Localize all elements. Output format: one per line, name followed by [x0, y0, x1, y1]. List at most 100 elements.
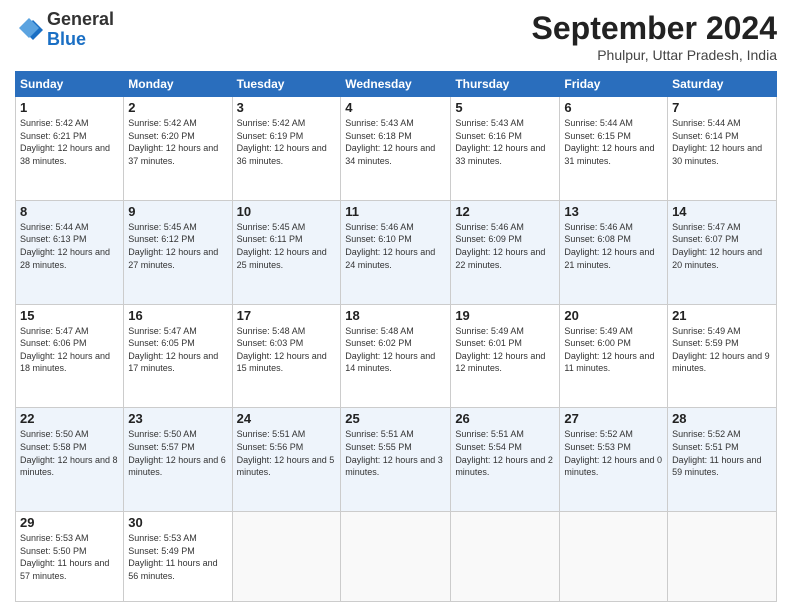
page: General Blue September 2024 Phulpur, Utt… — [0, 0, 792, 612]
day-info: Sunrise: 5:45 AMSunset: 6:11 PMDaylight:… — [237, 221, 337, 271]
table-row — [668, 512, 777, 602]
table-row — [232, 512, 341, 602]
calendar-row: 1 Sunrise: 5:42 AMSunset: 6:21 PMDaylight… — [16, 97, 777, 201]
day-number: 7 — [672, 100, 772, 115]
day-info: Sunrise: 5:51 AMSunset: 5:56 PMDaylight:… — [237, 428, 337, 478]
table-row — [560, 512, 668, 602]
day-info: Sunrise: 5:52 AMSunset: 5:51 PMDaylight:… — [672, 428, 772, 478]
header: General Blue September 2024 Phulpur, Utt… — [15, 10, 777, 63]
col-tuesday: Tuesday — [232, 72, 341, 97]
table-row: 17 Sunrise: 5:48 AMSunset: 6:03 PMDayligh… — [232, 304, 341, 408]
day-number: 3 — [237, 100, 337, 115]
day-number: 8 — [20, 204, 119, 219]
day-number: 29 — [20, 515, 119, 530]
day-info: Sunrise: 5:49 AMSunset: 6:01 PMDaylight:… — [455, 325, 555, 375]
day-number: 17 — [237, 308, 337, 323]
table-row: 24 Sunrise: 5:51 AMSunset: 5:56 PMDayligh… — [232, 408, 341, 512]
table-row: 5 Sunrise: 5:43 AMSunset: 6:16 PMDaylight… — [451, 97, 560, 201]
table-row: 14Sunrise: 5:47 AMSunset: 6:07 PMDayligh… — [668, 200, 777, 304]
table-row: 13Sunrise: 5:46 AMSunset: 6:08 PMDayligh… — [560, 200, 668, 304]
day-info: Sunrise: 5:50 AMSunset: 5:58 PMDaylight:… — [20, 428, 119, 478]
day-info: Sunrise: 5:43 AMSunset: 6:16 PMDaylight:… — [455, 117, 555, 167]
day-number: 21 — [672, 308, 772, 323]
table-row: 7 Sunrise: 5:44 AMSunset: 6:14 PMDaylight… — [668, 97, 777, 201]
day-info: Sunrise: 5:46 AMSunset: 6:09 PMDaylight:… — [455, 221, 555, 271]
day-info: Sunrise: 5:46 AMSunset: 6:08 PMDaylight:… — [564, 221, 663, 271]
day-info: Sunrise: 5:44 AMSunset: 6:14 PMDaylight:… — [672, 117, 772, 167]
table-row: 26 Sunrise: 5:51 AMSunset: 5:54 PMDayligh… — [451, 408, 560, 512]
day-info: Sunrise: 5:51 AMSunset: 5:55 PMDaylight:… — [345, 428, 446, 478]
day-number: 27 — [564, 411, 663, 426]
table-row: 6 Sunrise: 5:44 AMSunset: 6:15 PMDaylight… — [560, 97, 668, 201]
table-row: 23 Sunrise: 5:50 AMSunset: 5:57 PMDayligh… — [124, 408, 232, 512]
calendar-row: 8 Sunrise: 5:44 AMSunset: 6:13 PMDaylight… — [16, 200, 777, 304]
day-info: Sunrise: 5:42 AMSunset: 6:21 PMDaylight:… — [20, 117, 119, 167]
day-info: Sunrise: 5:50 AMSunset: 5:57 PMDaylight:… — [128, 428, 227, 478]
col-saturday: Saturday — [668, 72, 777, 97]
logo-blue: Blue — [47, 29, 86, 49]
table-row: 2 Sunrise: 5:42 AMSunset: 6:20 PMDaylight… — [124, 97, 232, 201]
calendar: Sunday Monday Tuesday Wednesday Thursday… — [15, 71, 777, 602]
day-number: 1 — [20, 100, 119, 115]
day-number: 5 — [455, 100, 555, 115]
day-number: 15 — [20, 308, 119, 323]
table-row: 15 Sunrise: 5:47 AMSunset: 6:06 PMDayligh… — [16, 304, 124, 408]
day-number: 11 — [345, 204, 446, 219]
table-row: 27 Sunrise: 5:52 AMSunset: 5:53 PMDayligh… — [560, 408, 668, 512]
day-info: Sunrise: 5:42 AMSunset: 6:19 PMDaylight:… — [237, 117, 337, 167]
table-row: 25Sunrise: 5:51 AMSunset: 5:55 PMDayligh… — [341, 408, 451, 512]
day-info: Sunrise: 5:47 AMSunset: 6:06 PMDaylight:… — [20, 325, 119, 375]
table-row: 21Sunrise: 5:49 AMSunset: 5:59 PMDayligh… — [668, 304, 777, 408]
calendar-row: 29 Sunrise: 5:53 AMSunset: 5:50 PMDayligh… — [16, 512, 777, 602]
table-row: 3 Sunrise: 5:42 AMSunset: 6:19 PMDaylight… — [232, 97, 341, 201]
day-info: Sunrise: 5:48 AMSunset: 6:02 PMDaylight:… — [345, 325, 446, 375]
day-number: 16 — [128, 308, 227, 323]
day-info: Sunrise: 5:44 AMSunset: 6:13 PMDaylight:… — [20, 221, 119, 271]
day-number: 4 — [345, 100, 446, 115]
table-row: 19 Sunrise: 5:49 AMSunset: 6:01 PMDayligh… — [451, 304, 560, 408]
day-number: 6 — [564, 100, 663, 115]
day-info: Sunrise: 5:53 AMSunset: 5:50 PMDaylight:… — [20, 532, 119, 582]
day-number: 19 — [455, 308, 555, 323]
day-info: Sunrise: 5:52 AMSunset: 5:53 PMDaylight:… — [564, 428, 663, 478]
day-number: 22 — [20, 411, 119, 426]
table-row: 29 Sunrise: 5:53 AMSunset: 5:50 PMDayligh… — [16, 512, 124, 602]
day-number: 10 — [237, 204, 337, 219]
day-info: Sunrise: 5:48 AMSunset: 6:03 PMDaylight:… — [237, 325, 337, 375]
day-number: 20 — [564, 308, 663, 323]
day-number: 2 — [128, 100, 227, 115]
day-number: 24 — [237, 411, 337, 426]
header-row: Sunday Monday Tuesday Wednesday Thursday… — [16, 72, 777, 97]
table-row: 28 Sunrise: 5:52 AMSunset: 5:51 PMDayligh… — [668, 408, 777, 512]
table-row: 16 Sunrise: 5:47 AMSunset: 6:05 PMDayligh… — [124, 304, 232, 408]
day-info: Sunrise: 5:49 AMSunset: 6:00 PMDaylight:… — [564, 325, 663, 375]
table-row: 12 Sunrise: 5:46 AMSunset: 6:09 PMDayligh… — [451, 200, 560, 304]
calendar-row: 22 Sunrise: 5:50 AMSunset: 5:58 PMDayligh… — [16, 408, 777, 512]
month-title: September 2024 — [532, 10, 777, 47]
day-info: Sunrise: 5:44 AMSunset: 6:15 PMDaylight:… — [564, 117, 663, 167]
day-info: Sunrise: 5:47 AMSunset: 6:07 PMDaylight:… — [672, 221, 772, 271]
col-friday: Friday — [560, 72, 668, 97]
day-info: Sunrise: 5:51 AMSunset: 5:54 PMDaylight:… — [455, 428, 555, 478]
table-row: 9Sunrise: 5:45 AMSunset: 6:12 PMDaylight… — [124, 200, 232, 304]
table-row: 4Sunrise: 5:43 AMSunset: 6:18 PMDaylight… — [341, 97, 451, 201]
day-number: 26 — [455, 411, 555, 426]
day-number: 23 — [128, 411, 227, 426]
title-block: September 2024 Phulpur, Uttar Pradesh, I… — [532, 10, 777, 63]
day-number: 18 — [345, 308, 446, 323]
day-info: Sunrise: 5:47 AMSunset: 6:05 PMDaylight:… — [128, 325, 227, 375]
logo-general: General — [47, 9, 114, 29]
table-row: 10 Sunrise: 5:45 AMSunset: 6:11 PMDayligh… — [232, 200, 341, 304]
logo-icon — [15, 16, 43, 44]
day-number: 28 — [672, 411, 772, 426]
day-number: 30 — [128, 515, 227, 530]
table-row: 30 Sunrise: 5:53 AMSunset: 5:49 PMDayligh… — [124, 512, 232, 602]
col-monday: Monday — [124, 72, 232, 97]
table-row: 1 Sunrise: 5:42 AMSunset: 6:21 PMDaylight… — [16, 97, 124, 201]
col-sunday: Sunday — [16, 72, 124, 97]
day-info: Sunrise: 5:53 AMSunset: 5:49 PMDaylight:… — [128, 532, 227, 582]
day-info: Sunrise: 5:42 AMSunset: 6:20 PMDaylight:… — [128, 117, 227, 167]
table-row — [451, 512, 560, 602]
calendar-row: 15 Sunrise: 5:47 AMSunset: 6:06 PMDayligh… — [16, 304, 777, 408]
day-number: 12 — [455, 204, 555, 219]
